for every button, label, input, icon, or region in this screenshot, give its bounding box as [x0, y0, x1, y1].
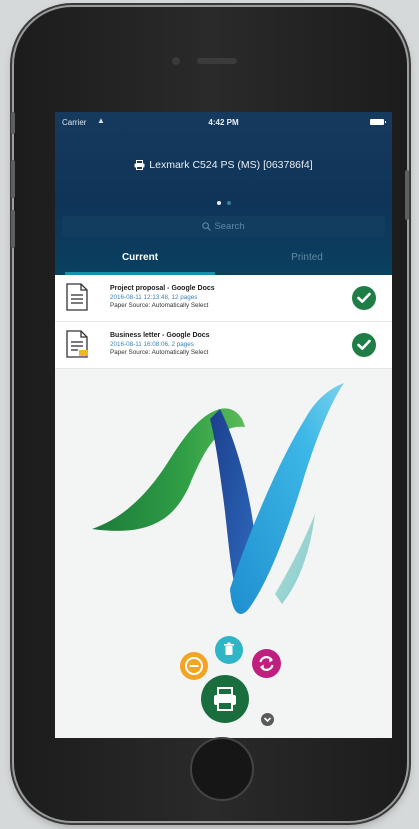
printer-icon [134, 160, 145, 170]
app-screen: Carrier ▲ 4:42 PM Lexmark C524 PS (MS) [… [55, 112, 392, 738]
volume-up-button [11, 160, 15, 198]
search-placeholder: Search [214, 221, 245, 232]
job-paper-source: Paper Source: Automatically Select [110, 349, 209, 356]
print-button[interactable] [201, 675, 249, 723]
refresh-button[interactable] [252, 649, 281, 678]
check-circle-icon [352, 286, 376, 310]
power-button [405, 170, 409, 220]
earpiece-speaker [197, 58, 237, 64]
volume-down-button [11, 210, 15, 248]
printer-name: Lexmark C524 PS (MS) [063786f4] [149, 159, 313, 171]
status-bar: Carrier ▲ 4:42 PM [55, 112, 392, 132]
front-camera [172, 57, 180, 65]
print-job-row[interactable]: Project proposal - Google Docs 2016-08-1… [55, 275, 392, 322]
status-time: 4:42 PM [208, 118, 239, 127]
trash-icon [224, 642, 234, 655]
print-job-list: Project proposal - Google Docs 2016-08-1… [55, 275, 392, 369]
phone-frame: Carrier ▲ 4:42 PM Lexmark C524 PS (MS) [… [14, 7, 407, 821]
job-paper-source: Paper Source: Automatically Select [110, 302, 209, 309]
job-date: 2016-08-11 16:08:06, 2 pages [110, 341, 194, 348]
check-circle-icon [352, 333, 376, 357]
tab-printed[interactable]: Printed [232, 243, 382, 273]
printer-icon [214, 687, 236, 711]
refresh-icon [259, 656, 274, 671]
chevron-down-icon [263, 717, 272, 723]
more-button[interactable] [261, 713, 274, 726]
mute-switch [11, 112, 15, 134]
job-date: 2016-08-11 12:13:48, 12 pages [110, 294, 198, 301]
page-dot-1[interactable] [216, 201, 221, 205]
page-dot-2[interactable] [226, 201, 231, 205]
app-header: Carrier ▲ 4:42 PM Lexmark C524 PS (MS) [… [55, 112, 392, 275]
app-logo [92, 383, 344, 614]
search-input[interactable]: Search [62, 216, 385, 237]
job-title: Project proposal - Google Docs [110, 285, 215, 292]
job-tabs: Current Printed [55, 243, 392, 275]
document-icon [66, 283, 88, 311]
print-job-row[interactable]: Business letter - Google Docs 2016-08-11… [55, 322, 392, 369]
delete-button[interactable] [215, 636, 243, 664]
tab-current[interactable]: Current [65, 243, 215, 273]
home-button[interactable] [190, 737, 254, 801]
document-icon [66, 330, 88, 358]
page-indicator[interactable] [55, 192, 392, 210]
battery-icon [370, 119, 386, 125]
search-icon [202, 222, 212, 231]
printer-selector[interactable]: Lexmark C524 PS (MS) [063786f4] [55, 159, 392, 171]
job-title: Business letter - Google Docs [110, 332, 210, 339]
